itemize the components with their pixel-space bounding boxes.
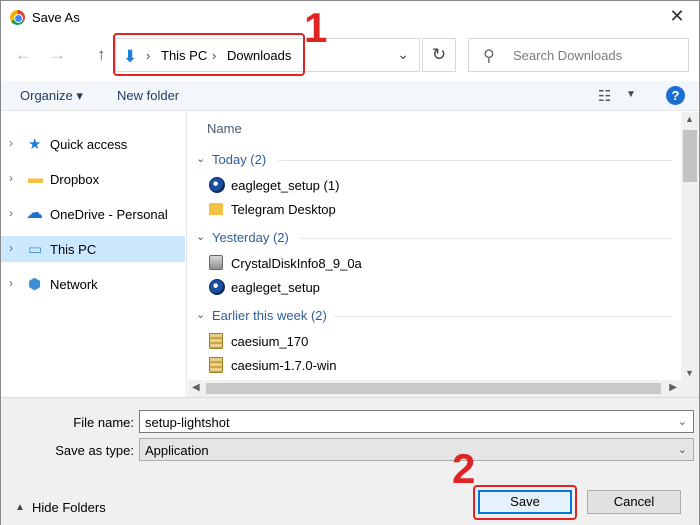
- group-label: Earlier this week (2): [212, 308, 327, 323]
- chevron-down-icon[interactable]: ⌄: [196, 230, 205, 243]
- view-options-icon[interactable]: ☷: [598, 87, 611, 105]
- organize-button[interactable]: Organize ▾: [20, 88, 83, 104]
- sidebar-item-dropbox[interactable]: › ▬ Dropbox: [1, 166, 185, 192]
- computer-icon: ▭: [28, 241, 43, 258]
- group-label: Today (2): [212, 152, 267, 167]
- file-name-label: File name:: [73, 415, 134, 430]
- horizontal-scrollbar[interactable]: ◀ ▶: [188, 380, 681, 397]
- save-type-select[interactable]: Application ⌄: [139, 438, 694, 461]
- file-name: caesium-1.7.0-win: [231, 358, 337, 373]
- scroll-down-icon[interactable]: ▼: [685, 368, 694, 378]
- chevron-up-icon: ▲: [15, 502, 25, 513]
- eagleget-icon: [209, 279, 225, 298]
- group-header-today[interactable]: ⌄ Today (2): [188, 150, 678, 170]
- search-input[interactable]: ⚲ Search Downloads: [468, 38, 689, 72]
- chevron-down-icon[interactable]: ▼: [626, 89, 636, 100]
- sidebar-item-onedrive[interactable]: › ☁ OneDrive - Personal: [1, 201, 185, 227]
- file-name-value: setup-lightshot: [145, 415, 230, 430]
- chevron-down-icon[interactable]: ⌄: [678, 415, 687, 428]
- group-divider: [300, 238, 672, 239]
- folder-icon: [209, 201, 223, 218]
- sidebar-item-label: Dropbox: [50, 172, 100, 187]
- chrome-icon: [10, 10, 25, 25]
- title-bar: Save As ✕: [1, 1, 699, 33]
- help-icon[interactable]: ?: [666, 86, 685, 105]
- sidebar-item-this-pc[interactable]: › ▭ This PC: [1, 236, 185, 262]
- list-item[interactable]: caesium-1.7.0-win: [188, 354, 678, 378]
- file-name: caesium_170: [231, 334, 309, 349]
- cloud-icon: ☁: [26, 203, 43, 222]
- forward-arrow-icon[interactable]: →: [49, 45, 66, 65]
- file-name: Telegram Desktop: [231, 202, 336, 217]
- step-2-number: 2: [452, 445, 476, 492]
- file-name: eagleget_setup (1): [231, 178, 340, 193]
- sidebar-item-label: Network: [50, 277, 98, 292]
- file-name-field[interactable]: setup-lightshot ⌄: [139, 410, 694, 433]
- group-header-earlier-this-week[interactable]: ⌄ Earlier this week (2): [188, 306, 678, 326]
- step-1-highlight: [113, 33, 305, 76]
- chevron-right-icon[interactable]: ›: [9, 171, 13, 185]
- save-form: File name: setup-lightshot ⌄ Save as typ…: [1, 397, 699, 525]
- zip-icon: [209, 333, 223, 352]
- eagleget-icon: [209, 177, 225, 196]
- group-divider: [334, 316, 672, 317]
- sidebar-item-label: Quick access: [50, 137, 128, 152]
- save-as-dialog: Save As ✕ ← → ↑ ⬇ › This PC › Downloads …: [0, 0, 700, 525]
- up-arrow-icon[interactable]: ↑: [97, 45, 106, 65]
- scrollbar-corner: [681, 380, 699, 397]
- hide-folders-label: Hide Folders: [32, 500, 106, 515]
- group-label: Yesterday (2): [212, 230, 289, 245]
- save-type-value: Application: [145, 443, 209, 458]
- list-item[interactable]: caesium_170: [188, 330, 678, 354]
- new-folder-button[interactable]: New folder: [117, 88, 179, 103]
- network-icon: ⬢: [28, 276, 42, 293]
- chevron-right-icon[interactable]: ›: [9, 241, 13, 255]
- zip-icon: [209, 357, 223, 376]
- file-name: CrystalDiskInfo8_9_0a: [231, 256, 362, 271]
- chevron-down-icon[interactable]: ⌄: [678, 443, 687, 456]
- sidebar-item-quick-access[interactable]: › ★ Quick access: [1, 131, 185, 157]
- list-item[interactable]: Telegram Desktop: [188, 198, 678, 222]
- command-bar: Organize ▾ New folder ☷ ▼ ?: [1, 81, 699, 111]
- refresh-button[interactable]: ↻: [422, 38, 456, 72]
- sidebar-item-label: This PC: [50, 242, 97, 257]
- scroll-right-icon[interactable]: ▶: [669, 382, 677, 393]
- chevron-right-icon[interactable]: ›: [9, 206, 13, 220]
- chevron-right-icon[interactable]: ›: [9, 136, 13, 150]
- star-icon: ★: [28, 136, 42, 153]
- vertical-scrollbar[interactable]: ▲ ▼: [681, 112, 699, 380]
- search-placeholder: Search Downloads: [513, 48, 623, 63]
- close-button[interactable]: ✕: [655, 1, 699, 33]
- list-item[interactable]: eagleget_setup (1): [188, 174, 678, 198]
- column-header-name[interactable]: Name: [207, 121, 242, 136]
- step-2-highlight: [473, 485, 577, 520]
- chevron-down-icon[interactable]: ⌄: [196, 152, 205, 165]
- navigation-pane: › ★ Quick access › ▬ Dropbox › ☁ OneDriv…: [1, 112, 187, 397]
- chevron-right-icon[interactable]: ›: [9, 276, 13, 290]
- list-item[interactable]: CrystalDiskInfo8_9_0a: [188, 252, 678, 276]
- chevron-down-icon[interactable]: ⌄: [397, 46, 409, 63]
- navigation-row: ← → ↑ ⬇ › This PC › Downloads ⌄ ↻ ⚲ Sear…: [1, 33, 699, 77]
- back-arrow-icon[interactable]: ←: [15, 45, 32, 65]
- step-1-number: 1: [304, 4, 328, 51]
- cancel-button[interactable]: Cancel: [587, 490, 681, 514]
- save-type-label: Save as type:: [55, 443, 134, 458]
- sidebar-item-label: OneDrive - Personal: [50, 207, 168, 222]
- group-divider: [278, 160, 672, 161]
- list-item[interactable]: eagleget_setup: [188, 276, 678, 300]
- scroll-up-icon[interactable]: ▲: [685, 114, 694, 124]
- chevron-down-icon[interactable]: ⌄: [196, 308, 205, 321]
- group-header-yesterday[interactable]: ⌄ Yesterday (2): [188, 228, 678, 248]
- refresh-icon: ↻: [431, 45, 447, 64]
- dialog-title: Save As: [32, 10, 80, 25]
- crystaldisk-icon: [209, 255, 223, 273]
- scroll-thumb[interactable]: [206, 383, 661, 394]
- folder-icon: ▬: [28, 170, 43, 187]
- search-icon: ⚲: [483, 48, 495, 65]
- sidebar-item-network[interactable]: › ⬢ Network: [1, 271, 185, 297]
- scroll-thumb[interactable]: [683, 130, 697, 182]
- scroll-left-icon[interactable]: ◀: [192, 382, 200, 393]
- file-name: eagleget_setup: [231, 280, 320, 295]
- file-list: Name ⌄ Today (2) eagleget_setup (1) Tele…: [188, 112, 681, 380]
